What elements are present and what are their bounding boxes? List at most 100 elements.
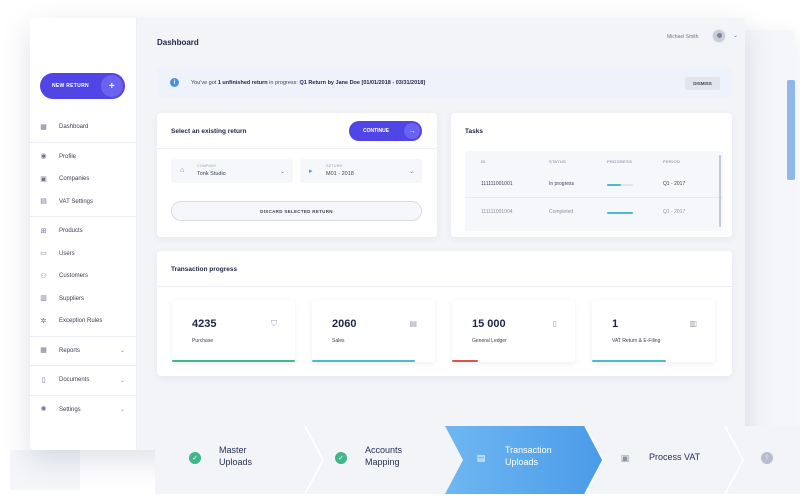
table-row[interactable]: 111111001001 In progress Q1 - 2017: [465, 173, 723, 195]
step-master-uploads[interactable]: ✓ Master Uploads: [155, 426, 305, 494]
notice-message: You've got 1 unfinished return in progre…: [191, 80, 426, 86]
process-stepper: ✓ Master Uploads ✓ Accounts Mapping ▤ Tran…: [155, 426, 800, 494]
upload-file-icon: ▤: [476, 452, 486, 463]
stat-card-sales[interactable]: 2060 Sales ▤: [312, 300, 435, 362]
sidebar-item-label: Customers: [59, 273, 89, 280]
tasks-table: ID STATUS PROGRESS PERIOD 111111001001 I…: [465, 151, 723, 231]
sidebar-item-vat-settings[interactable]: ▤ VAT Settings: [30, 191, 137, 214]
sidebar-item-customers[interactable]: ⚇ Customers: [30, 265, 137, 288]
page-title: Dashboard: [157, 38, 199, 47]
stat-label: General Ledger: [472, 338, 507, 344]
stat-value: 2060: [332, 318, 357, 330]
sidebar: NEW RETURN + ▦ Dashboard ◉ Profile ▣ Com…: [30, 18, 137, 450]
sidebar-item-documents[interactable]: ▯ Documents ⌄: [30, 369, 137, 392]
check-icon: ✓: [189, 452, 201, 464]
task-id: 111111001004: [481, 209, 513, 215]
info-icon: i: [170, 78, 179, 87]
continue-button[interactable]: CONTINUE →: [349, 121, 422, 141]
sidebar-item-label: Products: [59, 228, 83, 235]
avatar[interactable]: [712, 29, 726, 43]
continue-label: CONTINUE: [363, 128, 390, 134]
stat-bar: [312, 360, 415, 362]
step-accounts-mapping[interactable]: ✓ Accounts Mapping: [305, 426, 445, 494]
stat-card-general-ledger[interactable]: 15 000 General Ledger ▯: [452, 300, 575, 362]
building-icon: ▣: [40, 175, 47, 183]
column-header-period: PERIOD: [663, 159, 681, 164]
sidebar-item-label: Users: [59, 250, 75, 257]
report-icon: ▦: [40, 347, 47, 355]
sidebar-item-companies[interactable]: ▣ Companies: [30, 168, 137, 191]
basket-icon: ⛉: [271, 319, 277, 328]
sidebar-item-products[interactable]: ⊞ Products: [30, 220, 137, 243]
dismiss-button[interactable]: DISMISS: [685, 77, 720, 90]
discard-return-button[interactable]: DISCARD SELECTED RETURN: [171, 201, 422, 221]
grid-icon: ▦: [40, 123, 47, 131]
sidebar-item-label: Settings: [59, 406, 81, 413]
card-title: Tasks: [465, 128, 483, 135]
sidebar-item-label: Profile: [59, 153, 77, 160]
stat-value: 15 000: [472, 318, 506, 330]
store-icon: ▤: [409, 319, 417, 328]
stat-card-purchase[interactable]: 4235 Purchase ⛉: [172, 300, 295, 362]
step-label: Accounts Mapping: [365, 445, 403, 467]
task-progress-fill: [607, 212, 633, 214]
column-header-id: ID: [481, 159, 486, 164]
select-return-card: Select an existing return CONTINUE → ⌂ C…: [157, 113, 437, 237]
sidebar-item-dashboard[interactable]: ▦ Dashboard: [30, 116, 137, 139]
task-status: Completed: [549, 209, 574, 215]
sidebar-item-exception-rules[interactable]: ✲ Exception Rules: [30, 310, 137, 333]
chevron-down-icon[interactable]: ⌄: [733, 32, 738, 39]
return-select[interactable]: ▸ RETURN M01 - 2018 ⌄: [300, 159, 422, 183]
table-row[interactable]: 111111001004 Completed Q1 - 2017: [465, 203, 723, 225]
user-name[interactable]: Michael Smith: [667, 34, 698, 40]
new-return-button[interactable]: NEW RETURN +: [40, 73, 125, 99]
return-icon: ▸: [309, 168, 313, 175]
task-progress-fill: [607, 184, 622, 186]
chevron-down-icon: ⌄: [119, 377, 125, 384]
users-icon: ▭: [40, 250, 47, 258]
suppliers-icon: ▥: [40, 295, 47, 303]
app-window: NEW RETURN + ▦ Dashboard ◉ Profile ▣ Com…: [30, 18, 745, 450]
step-process-vat[interactable]: ▣ Process VAT: [585, 426, 725, 494]
company-select-value: Tonk Studio: [197, 171, 226, 177]
company-select-label: COMPANY: [197, 164, 217, 168]
tasks-scrollbar[interactable]: [719, 155, 721, 227]
chevron-down-icon: ⌄: [119, 348, 125, 355]
vat-icon: ▣: [620, 452, 630, 463]
stat-bar: [592, 360, 666, 362]
task-status: In progress: [549, 181, 575, 187]
tasks-card: Tasks ID STATUS PROGRESS PERIOD 11111100…: [451, 113, 732, 237]
settings-icon: ✺: [40, 406, 47, 414]
sidebar-item-label: Exception Rules: [59, 318, 103, 325]
sidebar-item-profile[interactable]: ◉ Profile: [30, 146, 137, 169]
card-title: Transaction progress: [171, 266, 238, 273]
building-icon: ⌂: [180, 167, 185, 174]
sidebar-item-suppliers[interactable]: ▥ Suppliers: [30, 288, 137, 311]
check-icon: ✓: [335, 452, 347, 464]
sidebar-item-label: Reports: [59, 347, 81, 354]
arrow-right-icon: →: [404, 123, 420, 139]
new-return-label: NEW RETURN: [52, 83, 89, 89]
stat-card-vat-return[interactable]: 1 VAT Return & E-Filing ▥: [592, 300, 715, 362]
task-progress-bar: [607, 184, 633, 186]
stat-label: Sales: [332, 338, 345, 344]
company-select[interactable]: ⌂ COMPANY Tonk Studio ⌄: [171, 159, 293, 183]
unfinished-return-notice: i You've got 1 unfinished return in prog…: [157, 68, 732, 98]
sidebar-item-users[interactable]: ▭ Users: [30, 243, 137, 266]
step-next[interactable]: !: [743, 426, 800, 494]
customers-icon: ⚇: [40, 272, 47, 280]
task-period: Q1 - 2017: [663, 181, 686, 187]
return-select-label: RETURN: [326, 164, 343, 168]
sidebar-item-settings[interactable]: ✺ Settings ⌄: [30, 399, 137, 422]
transaction-progress-card: Transaction progress 4235 Purchase ⛉ 206…: [157, 251, 732, 376]
step-label: Process VAT: [649, 452, 701, 462]
step-transaction-uploads[interactable]: ▤ Transaction Uploads: [445, 426, 585, 494]
stat-value: 4235: [192, 318, 217, 330]
stat-label: Purchase: [192, 338, 214, 344]
sidebar-item-reports[interactable]: ▦ Reports ⌄: [30, 340, 137, 363]
sidebar-item-label: Dashboard: [59, 124, 89, 131]
cart-icon: ⊞: [40, 227, 47, 235]
stat-label: VAT Return & E-Filing: [612, 338, 661, 344]
return-select-value: M01 - 2018: [326, 171, 354, 177]
stat-bar: [452, 360, 478, 362]
